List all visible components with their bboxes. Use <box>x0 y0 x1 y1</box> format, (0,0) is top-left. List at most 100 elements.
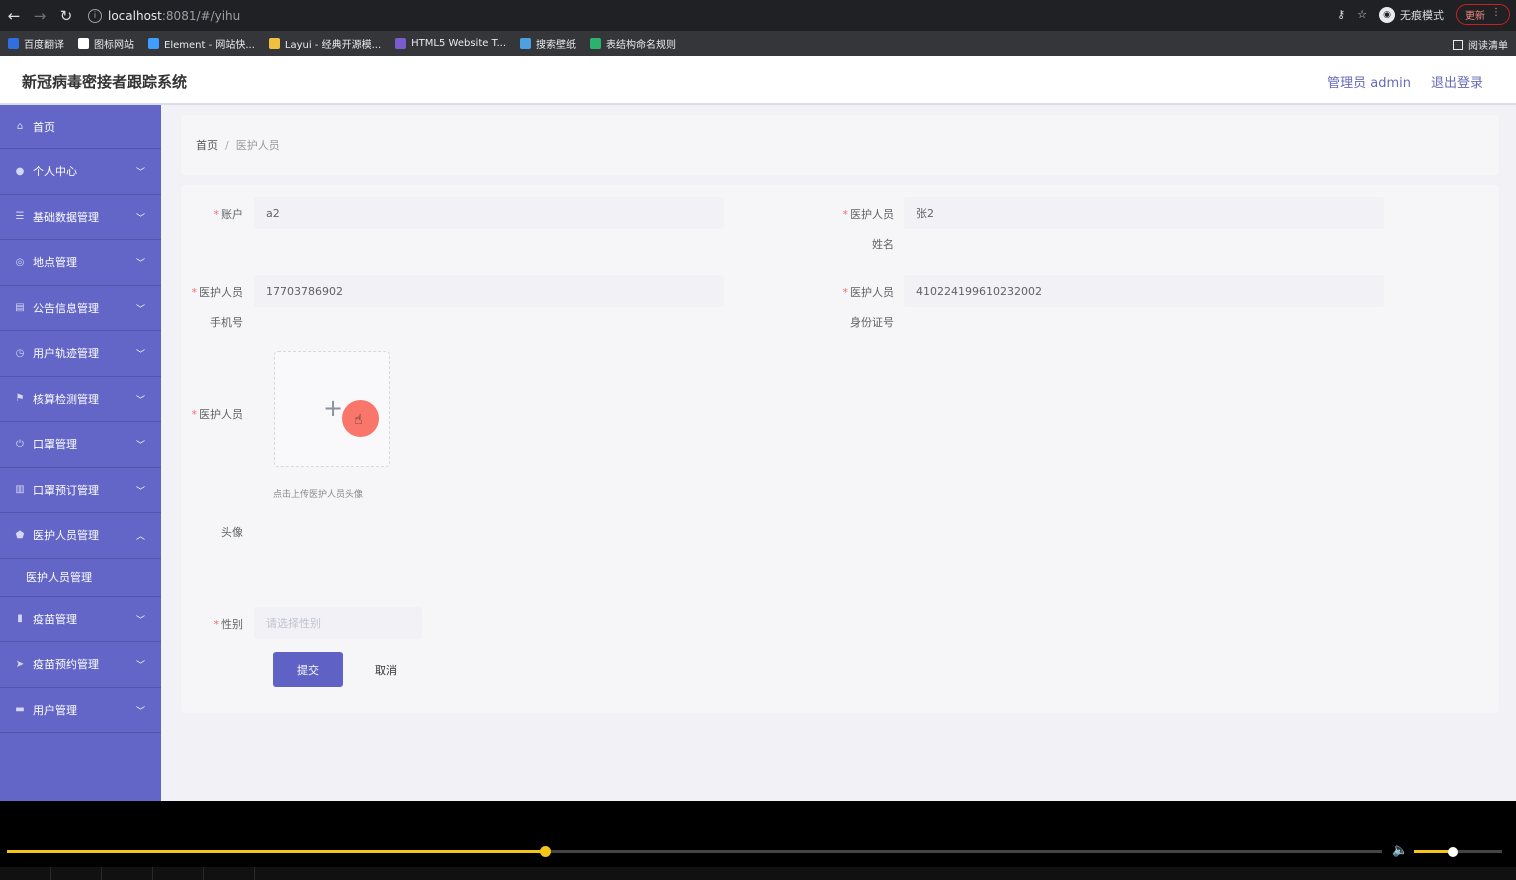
main-content: 首页 / 医护人员 * 账户 a2 * 医护人员 姓名 张2 * 医护人员 手机号 1… <box>161 105 1516 801</box>
chevron-down-icon: ﹀ <box>135 168 145 178</box>
update-button[interactable]: 更新 ⋮ <box>1456 4 1510 25</box>
volume-handle[interactable] <box>1447 846 1458 857</box>
volume-slider[interactable] <box>1414 846 1502 857</box>
admin-label: 管理员 admin <box>1327 76 1411 91</box>
bookmark-item[interactable]: 百度翻译 <box>8 36 64 51</box>
bookmark-item[interactable]: HTML5 Website T... <box>395 38 506 49</box>
sidebar-item-label: 核算检测管理 <box>33 392 99 406</box>
sidebar-item-label: 用户管理 <box>33 703 77 717</box>
incognito-indicator[interactable]: ◉ 无痕模式 <box>1379 6 1444 23</box>
sidebar-item[interactable]: ☰ 基础数据管理 ﹀ <box>0 195 161 240</box>
chevron-down-icon: ﹀ <box>135 259 145 269</box>
volume-fill <box>1414 850 1453 853</box>
bookmark-icon <box>78 38 89 49</box>
bookmark-icon <box>520 38 532 49</box>
back-icon[interactable]: ← <box>2 4 26 28</box>
sidebar-item-label: 公告信息管理 <box>33 301 99 315</box>
bookmarks-bar: 百度翻译 图标网站 Element - 网站快... Layui - 经典开源模...… <box>0 31 1516 56</box>
sidebar-subitem-medical-staff[interactable]: 医护人员管理 <box>0 558 161 597</box>
idcard-input[interactable]: 410224199610232002 <box>904 275 1384 307</box>
sidebar-item-label: 口罩管理 <box>33 438 77 452</box>
chevron-up-icon: ︿ <box>135 532 145 542</box>
bookmark-item[interactable]: Element - 网站快... <box>148 36 255 51</box>
header-actions: 管理员 admin 退出登录 <box>1327 72 1483 91</box>
site-info-icon[interactable]: i <box>88 8 102 23</box>
sidebar-item-label: 疫苗预约管理 <box>33 658 99 672</box>
avatar-upload[interactable]: + ☝ <box>274 351 390 467</box>
bookmark-icon <box>8 38 19 49</box>
submit-button[interactable]: 提交 <box>273 652 343 687</box>
account-input[interactable]: a2 <box>254 197 724 229</box>
name-input[interactable]: 张2 <box>904 197 1384 229</box>
gender-label: * 性别 <box>213 618 244 631</box>
bookmark-item[interactable]: 表结构命名规则 <box>590 36 676 51</box>
bookmark-icon <box>148 38 159 49</box>
breadcrumb-home[interactable]: 首页 <box>196 137 218 153</box>
browser-toolbar: ← → ↻ i localhost:8081/#/yihu ⚷ ☆ ◉ 无痕模式… <box>0 0 1516 31</box>
forward-icon[interactable]: → <box>28 4 52 28</box>
chart-icon: ▮ <box>17 613 23 625</box>
phone-input[interactable]: 17703786902 <box>254 275 724 307</box>
address-bar[interactable]: i localhost:8081/#/yihu <box>88 4 240 28</box>
upload-tip: 点击上传医护人员头像 <box>273 490 364 500</box>
chevron-down-icon: ﹀ <box>135 350 145 360</box>
progress-handle[interactable] <box>539 846 551 857</box>
reading-list-icon <box>1453 39 1463 50</box>
sidebar-item[interactable]: ▤ 公告信息管理 ﹀ <box>0 286 161 331</box>
sidebar-item[interactable]: ⏻ 口罩管理 ﹀ <box>0 422 161 468</box>
cancel-button[interactable]: 取消 <box>361 652 411 687</box>
sidebar-item-label: 疫苗管理 <box>33 612 77 626</box>
sidebar-item-label: 基础数据管理 <box>33 210 99 224</box>
sidebar-item[interactable]: ⬟ 医护人员管理 ︿ <box>0 513 161 559</box>
gender-select[interactable]: 请选择性别 <box>254 607 422 639</box>
sidebar-item-label: 地点管理 <box>33 256 77 270</box>
bookmark-label: Element - 网站快... <box>164 40 255 51</box>
sidebar-item[interactable]: ◷ 用户轨迹管理 ﹀ <box>0 331 161 377</box>
phone-label: * 医护人员 <box>191 286 244 299</box>
sidebar-item[interactable]: ⚑ 核算检测管理 ﹀ <box>0 377 161 422</box>
bookmark-item[interactable]: Layui - 经典开源模... <box>268 36 381 51</box>
sidebar-item-label: 个人中心 <box>33 165 77 179</box>
sidebar: ⌂ 首页 ● 个人中心 ﹀ ☰ 基础数据管理 ﹀ ◎ 地点管理 ﹀ ▤ 公告信息管理 ﹀ ◷ 用户轨迹管理 ﹀ ⚑… <box>0 105 161 801</box>
list-icon: ☰ <box>15 211 25 223</box>
bookmark-label: HTML5 Website T... <box>411 38 507 49</box>
bookmark-label: 表结构命名规则 <box>606 40 677 51</box>
sidebar-item[interactable]: ⌂ 首页 <box>0 105 161 149</box>
progress-bar[interactable] <box>7 846 1382 857</box>
browser-actions: ⚷ ☆ ◉ 无痕模式 更新 ⋮ <box>1337 4 1510 25</box>
hand-cursor-icon: ☝ <box>354 412 363 428</box>
plus-icon: + <box>323 394 344 422</box>
sidebar-item[interactable]: ➤ 疫苗预约管理 ﹀ <box>0 642 161 688</box>
incognito-icon: ◉ <box>1379 6 1395 23</box>
breadcrumb-current: 医护人员 <box>235 139 280 152</box>
sidebar-item-label: 首页 <box>33 120 55 134</box>
app-header: 新冠病毒密接者跟踪系统 管理员 admin 退出登录 <box>0 56 1516 105</box>
bookmark-label: 搜索壁纸 <box>536 40 577 51</box>
volume-icon[interactable]: 🔈 <box>1392 843 1408 858</box>
sidebar-item[interactable]: ● 个人中心 ﹀ <box>0 149 161 195</box>
star-icon[interactable]: ☆ <box>1357 8 1367 21</box>
bookmark-item[interactable]: 搜索壁纸 <box>520 36 576 51</box>
incognito-label: 无痕模式 <box>1400 8 1444 22</box>
bookmark-item[interactable]: 图标网站 <box>78 36 134 51</box>
name-label: * 医护人员 <box>842 208 895 221</box>
sidebar-item[interactable]: ▬ 用户管理 ﹀ <box>0 688 161 733</box>
bookmark-icon <box>395 38 407 49</box>
user-icon: ● <box>15 165 25 177</box>
flag-icon: ⚑ <box>15 393 25 405</box>
chevron-down-icon: ﹀ <box>135 304 145 315</box>
idcard-label: * 医护人员 <box>842 286 895 299</box>
reading-list[interactable]: 阅读清单 <box>1453 37 1508 52</box>
avatar-label: * 医护人员 <box>191 408 244 421</box>
avatar-label-line2: 头像 <box>221 526 243 539</box>
chevron-down-icon: ﹀ <box>135 706 145 717</box>
phone-label-line2: 手机号 <box>210 316 243 329</box>
sidebar-item[interactable]: ▮ 疫苗管理 ﹀ <box>0 597 161 642</box>
logout-link[interactable]: 退出登录 <box>1431 72 1483 91</box>
key-icon[interactable]: ⚷ <box>1337 8 1345 21</box>
chevron-down-icon: ﹀ <box>135 395 145 406</box>
sidebar-item[interactable]: ▥ 口罩预订管理 ﹀ <box>0 468 161 513</box>
reload-icon[interactable]: ↻ <box>54 4 78 28</box>
breadcrumb-separator: / <box>225 138 229 152</box>
sidebar-item[interactable]: ◎ 地点管理 ﹀ <box>0 240 161 286</box>
